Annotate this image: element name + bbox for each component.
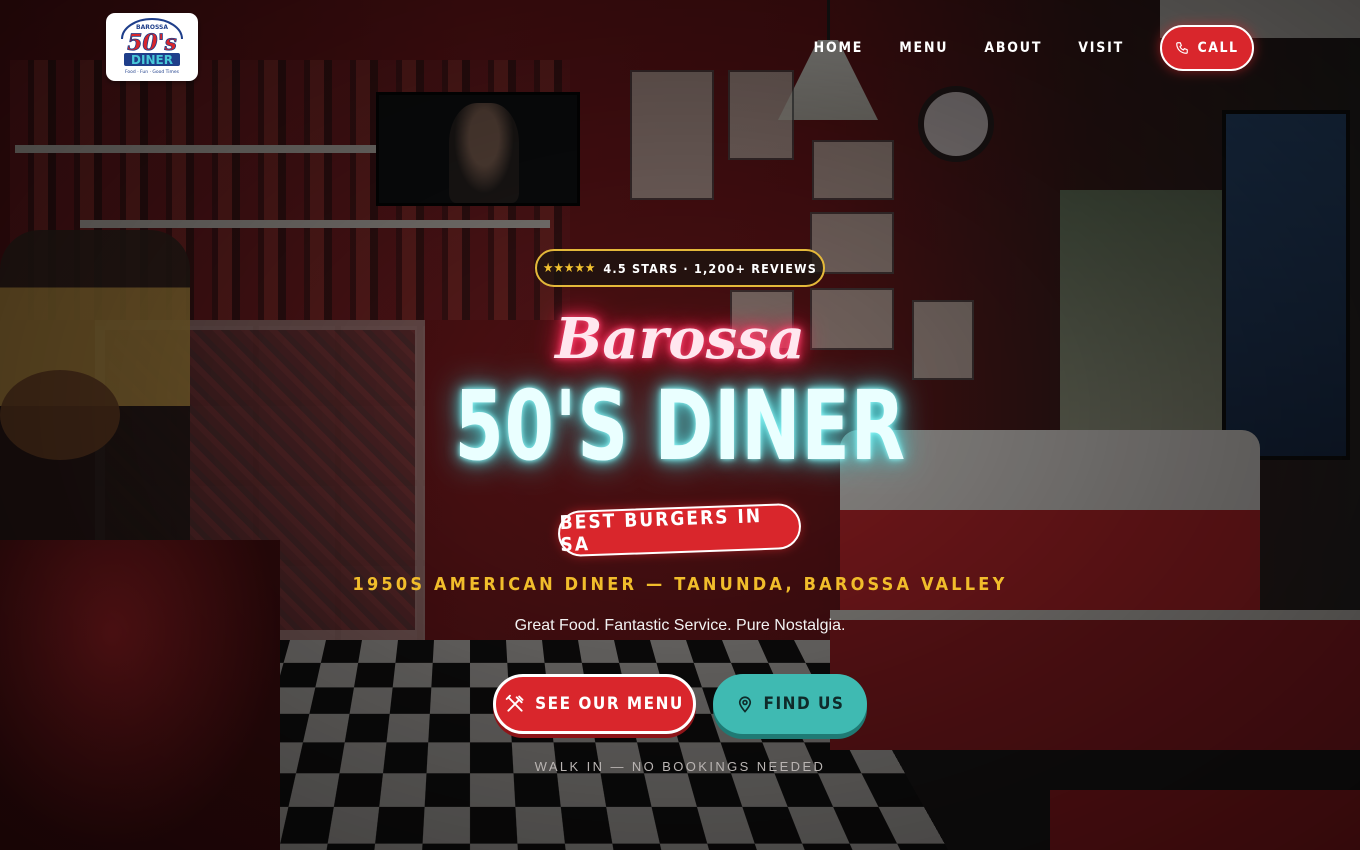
walk-in-note: WALK IN — NO BOOKINGS NEEDED [534, 759, 826, 774]
utensils-icon [505, 694, 524, 712]
logo-link[interactable]: BAROSSA 50's DINER Food · Fun · Good Tim… [106, 13, 198, 81]
hero-tagline: Great Food. Fantastic Service. Pure Nost… [514, 617, 846, 634]
hero-subtitle: 1950S AMERICAN DINER — TANUNDA, BAROSSA … [352, 574, 1008, 595]
page-title: 50'S DINER [0, 370, 1360, 482]
star-rating-icon: ★★★★★ [542, 260, 596, 276]
call-button[interactable]: CALL [1160, 25, 1254, 71]
see-menu-button[interactable]: SEE OUR MENU [493, 674, 696, 734]
nav-link-home[interactable]: HOME [814, 40, 864, 56]
script-title: Barossa [555, 306, 805, 372]
page-title-text: 50'S DINER [454, 370, 906, 482]
map-pin-icon [738, 696, 751, 713]
nav-link-visit[interactable]: VISIT [1078, 40, 1124, 56]
find-us-button[interactable]: FIND US [713, 674, 867, 734]
nav-link-about[interactable]: ABOUT [984, 40, 1042, 56]
diner-logo: BAROSSA 50's DINER Food · Fun · Good Tim… [121, 18, 183, 75]
phone-icon [1176, 42, 1189, 54]
svg-text:DINER: DINER [131, 53, 173, 67]
find-us-label: FIND US [763, 694, 845, 714]
hero-section: BAROSSA 50's DINER Food · Fun · Good Tim… [0, 0, 1360, 850]
call-label: CALL [1197, 40, 1239, 56]
best-burgers-badge: BEST BURGERS IN SA [557, 502, 802, 558]
nav-link-menu[interactable]: MENU [899, 40, 948, 56]
rating-text: 4.5 STARS · 1,200+ REVIEWS [603, 260, 818, 276]
rating-badge: ★★★★★ 4.5 STARS · 1,200+ REVIEWS [535, 249, 825, 287]
main-nav: HOME MENU ABOUT VISIT CALL [814, 25, 1254, 71]
svg-text:Food · Fun · Good Times: Food · Fun · Good Times [125, 69, 180, 75]
see-menu-label: SEE OUR MENU [535, 694, 684, 714]
